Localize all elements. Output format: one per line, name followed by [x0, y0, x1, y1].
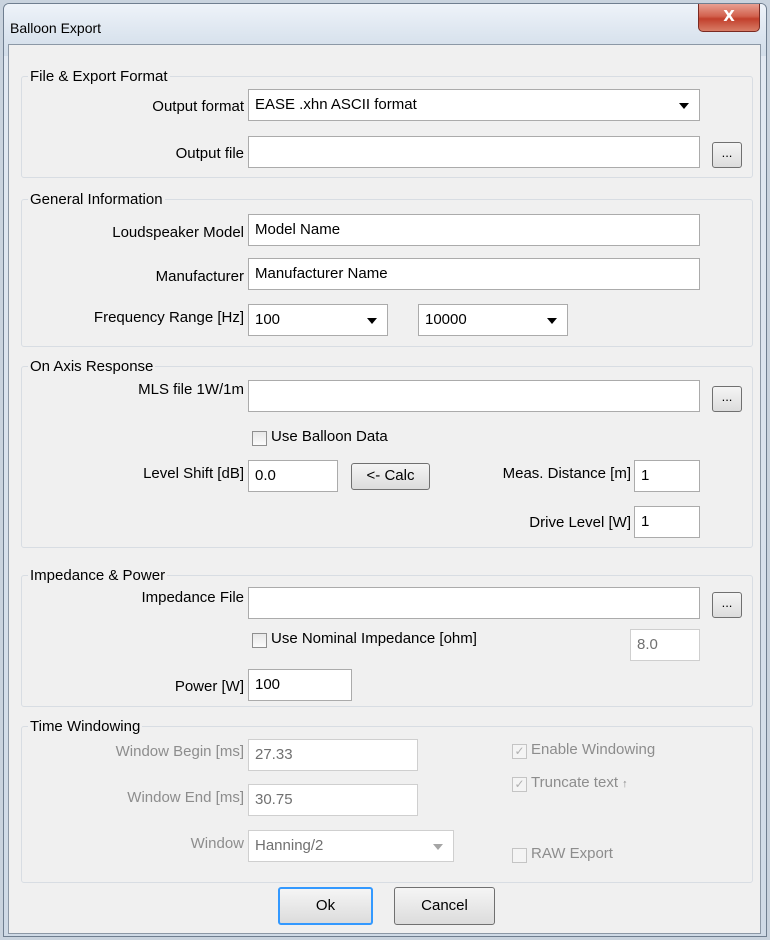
window-title: Balloon Export: [10, 20, 102, 36]
impedance-power-group: Impedance & Power Impedance File ... Use…: [21, 567, 753, 707]
frequency-min-value: 100: [255, 311, 281, 328]
window-begin-input[interactable]: 27.33: [248, 739, 418, 771]
close-button[interactable]: X: [698, 4, 760, 32]
output-file-browse-button[interactable]: ...: [712, 142, 742, 168]
output-format-value: EASE .xhn ASCII format: [255, 96, 417, 113]
level-shift-input[interactable]: 0.0: [248, 460, 338, 492]
mls-file-input[interactable]: [248, 380, 700, 412]
manufacturer-label: Manufacturer: [155, 268, 244, 285]
window-end-label: Window End [ms]: [127, 789, 244, 806]
chevron-down-icon: [433, 844, 443, 850]
meas-distance-label: Meas. Distance [m]: [502, 465, 631, 482]
mls-file-browse-button[interactable]: ...: [712, 386, 742, 412]
window-end-input[interactable]: 30.75: [248, 784, 418, 816]
raw-export-label: RAW Export: [531, 845, 613, 862]
time-windowing-group: Time Windowing Window Begin [ms] 27.33 W…: [21, 718, 753, 883]
impedance-file-label: Impedance File: [141, 589, 244, 606]
use-balloon-data-checkbox[interactable]: [252, 431, 267, 446]
group-legend: Impedance & Power: [28, 567, 168, 584]
group-legend: On Axis Response: [28, 358, 156, 375]
cancel-button[interactable]: Cancel: [394, 887, 495, 925]
close-icon: X: [723, 7, 735, 25]
mls-file-label: MLS file 1W/1m: [138, 381, 244, 398]
chevron-down-icon: [367, 318, 377, 324]
impedance-file-browse-button[interactable]: ...: [712, 592, 742, 618]
level-shift-label: Level Shift [dB]: [143, 465, 244, 482]
window-type-value: Hanning/2: [255, 837, 324, 854]
window-type-select[interactable]: Hanning/2: [248, 830, 454, 862]
window-begin-label: Window Begin [ms]: [115, 743, 244, 760]
group-legend: Time Windowing: [28, 718, 143, 735]
power-label: Power [W]: [174, 678, 244, 695]
output-file-input[interactable]: [248, 136, 700, 168]
use-nominal-impedance-label: Use Nominal Impedance [ohm]: [271, 630, 477, 647]
drive-level-input[interactable]: 1: [634, 506, 700, 538]
frequency-min-select[interactable]: 100: [248, 304, 388, 336]
group-legend: General Information: [28, 191, 165, 208]
output-format-select[interactable]: EASE .xhn ASCII format: [248, 89, 700, 121]
ok-button[interactable]: Ok: [278, 887, 373, 925]
chevron-down-icon: [679, 103, 689, 109]
on-axis-group: On Axis Response MLS file 1W/1m ... Use …: [21, 358, 753, 548]
manufacturer-input[interactable]: Manufacturer Name: [248, 258, 700, 290]
raw-export-checkbox[interactable]: [512, 848, 527, 863]
power-input[interactable]: 100: [248, 669, 352, 701]
file-export-group: File & Export Format Output format EASE …: [21, 68, 753, 178]
loudspeaker-model-label: Loudspeaker Model: [112, 224, 244, 241]
group-legend: File & Export Format: [28, 68, 170, 85]
general-info-group: General Information Loudspeaker Model Mo…: [21, 191, 753, 347]
calc-button[interactable]: <- Calc: [351, 463, 430, 490]
drive-level-label: Drive Level [W]: [529, 514, 631, 531]
truncate-text-label-text: Truncate text: [531, 774, 618, 791]
frequency-range-label: Frequency Range [Hz]: [93, 309, 244, 326]
use-balloon-data-label: Use Balloon Data: [271, 428, 388, 445]
arrow-up-icon: ↑: [622, 778, 628, 790]
enable-windowing-checkbox[interactable]: ✓: [512, 744, 527, 759]
output-format-label: Output format: [152, 98, 244, 115]
frequency-max-value: 10000: [425, 311, 467, 328]
use-nominal-impedance-checkbox[interactable]: [252, 633, 267, 648]
truncate-text-label: Truncate text ↑: [531, 774, 628, 791]
window-type-label: Window: [190, 835, 244, 852]
truncate-text-checkbox[interactable]: ✓: [512, 777, 527, 792]
meas-distance-input[interactable]: 1: [634, 460, 700, 492]
impedance-file-input[interactable]: [248, 587, 700, 619]
output-file-label: Output file: [175, 145, 244, 162]
dialog-client-area: File & Export Format Output format EASE …: [8, 44, 761, 934]
chevron-down-icon: [547, 318, 557, 324]
nominal-impedance-input[interactable]: 8.0: [630, 629, 700, 661]
frequency-max-select[interactable]: 10000: [418, 304, 568, 336]
enable-windowing-label: Enable Windowing: [531, 741, 656, 758]
loudspeaker-model-input[interactable]: Model Name: [248, 214, 700, 246]
